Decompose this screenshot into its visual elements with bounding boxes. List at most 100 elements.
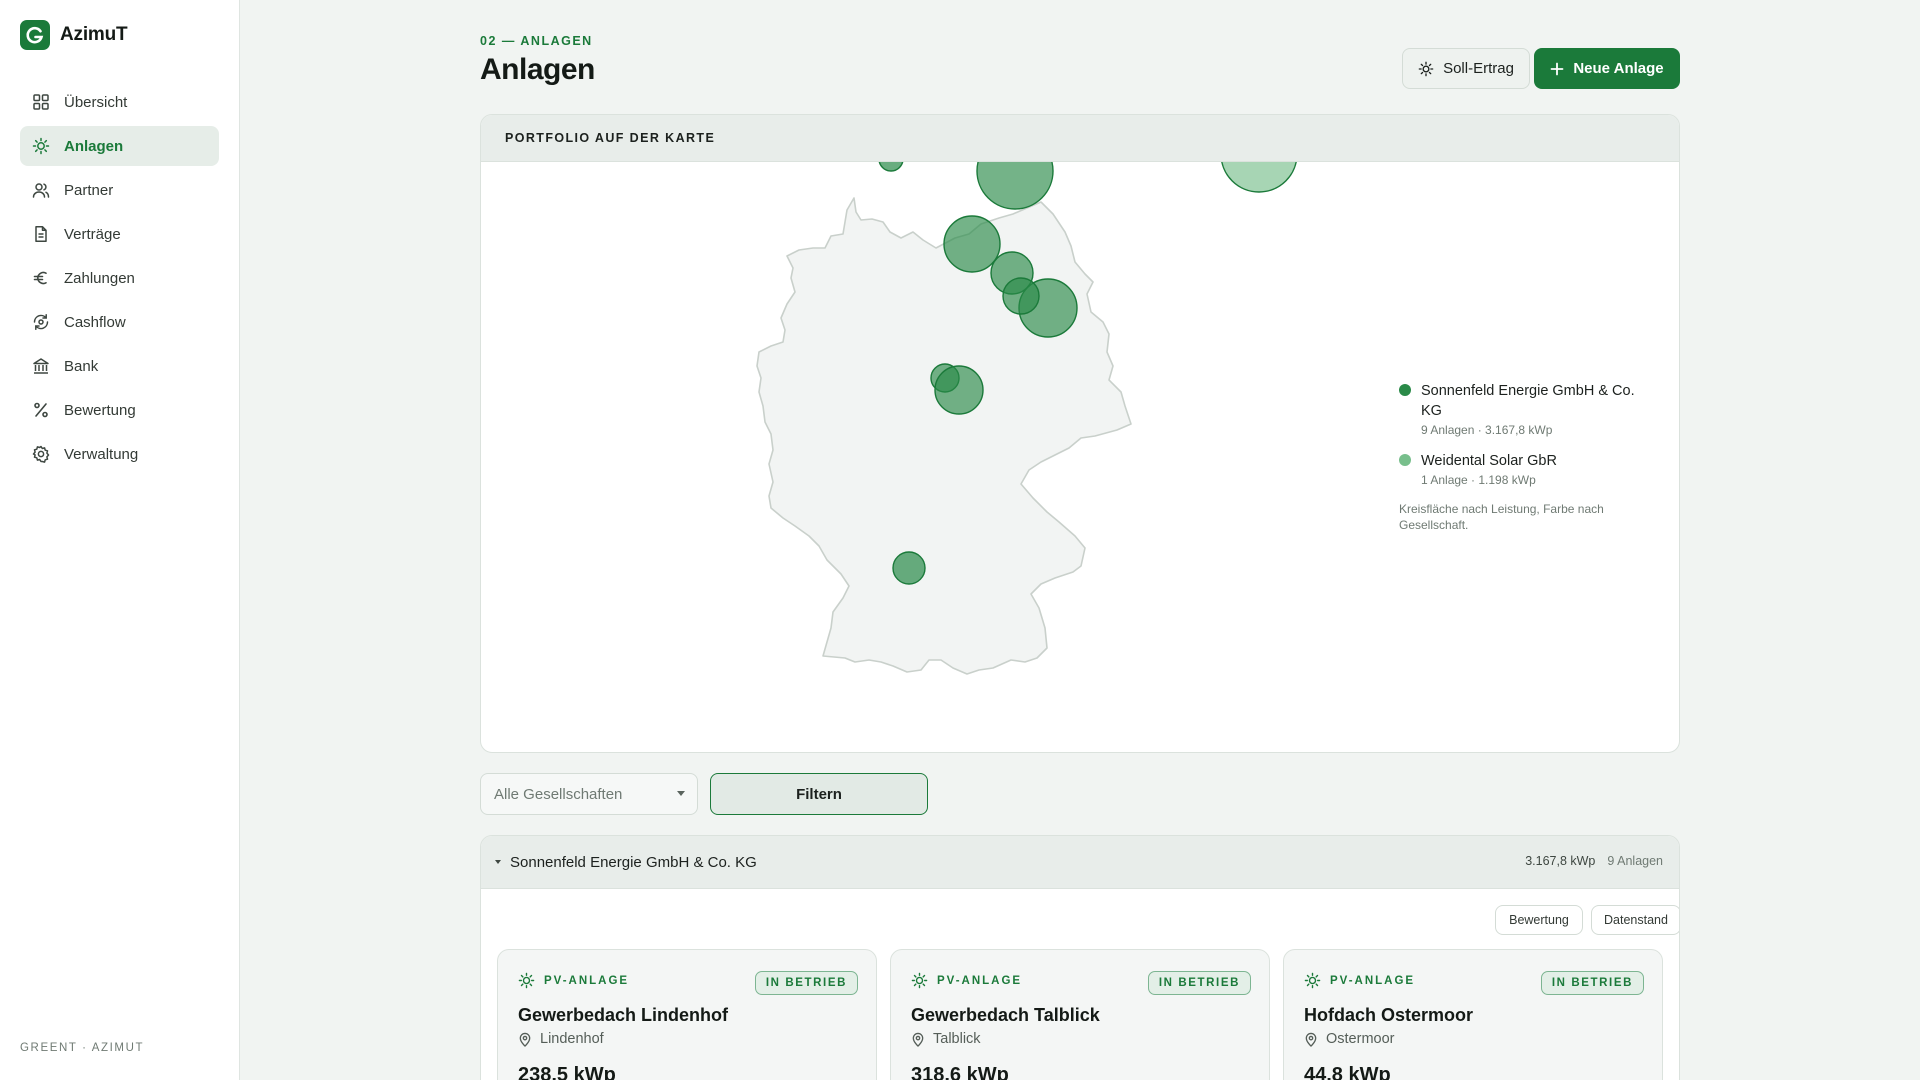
company-group-header[interactable]: Sonnenfeld Energie GmbH & Co. KG 3.167,8…	[481, 836, 1679, 889]
anlage-card[interactable]: PV-ANLAGE IN BETRIEB Hofdach Ostermoor O…	[1283, 949, 1663, 1080]
gesellschaft-select-value: Alle Gesellschaften	[494, 785, 623, 803]
card-kwp: 44,8 kWp	[1304, 1064, 1391, 1080]
legend-item: Sonnenfeld Energie GmbH & Co. KG 9 Anlag…	[1399, 381, 1649, 437]
app-name: AzimuT	[60, 24, 128, 45]
sidebar-item-label: Verträge	[64, 225, 121, 243]
card-type: PV-ANLAGE	[1304, 972, 1415, 989]
card-type-label: PV-ANLAGE	[1330, 974, 1416, 987]
portfolio-map-card: PORTFOLIO AUF DER KARTE Sonnenfeld Energ…	[480, 114, 1680, 753]
sidebar-item-cashflow[interactable]: Cashflow	[20, 302, 219, 342]
bank-icon	[33, 358, 49, 374]
gear-icon	[32, 445, 50, 463]
sun-icon	[1304, 972, 1321, 989]
sidebar-item-vertraege[interactable]: Verträge	[20, 214, 219, 254]
company-count: 9 Anlagen	[1607, 854, 1663, 868]
legend-meta: 9 Anlagen · 3.167,8 kWp	[1421, 423, 1553, 437]
cashflow-icon	[33, 314, 49, 330]
sidebar-item-bewertung[interactable]: Bewertung	[20, 390, 219, 430]
card-type: PV-ANLAGE	[518, 972, 629, 989]
anlage-card[interactable]: PV-ANLAGE IN BETRIEB Gewerbedach Lindenh…	[497, 949, 877, 1080]
germany-outline	[756, 197, 1132, 675]
legend-name: Sonnenfeld Energie GmbH & Co. KG	[1421, 383, 1635, 419]
legend-meta: 1 Anlage · 1.198 kWp	[1421, 473, 1536, 487]
company-name: Sonnenfeld Energie GmbH & Co. KG	[510, 853, 757, 871]
card-location: Talblick	[911, 1031, 981, 1047]
gesellschaft-select[interactable]: Alle Gesellschaften	[480, 773, 698, 815]
grid-icon	[33, 94, 49, 110]
page-title: Anlagen	[480, 53, 595, 86]
sidebar-item-bank[interactable]: Bank	[20, 346, 219, 386]
neue-anlage-label: Neue Anlage	[1573, 60, 1664, 77]
anlage-bubble[interactable]	[878, 162, 904, 172]
sidebar-item-label: Übersicht	[64, 93, 128, 111]
anlage-bubble[interactable]	[1002, 277, 1040, 315]
map-pin-icon	[1305, 1032, 1317, 1047]
legend-dot	[1399, 384, 1411, 396]
percent-icon	[34, 402, 48, 418]
sidebar-item-partner[interactable]: Partner	[20, 170, 219, 210]
card-location: Lindenhof	[518, 1031, 604, 1047]
sidebar-item-label: Bank	[64, 357, 99, 375]
map-legend: Sonnenfeld Energie GmbH & Co. KG 9 Anlag…	[1399, 381, 1649, 533]
sidebar-item-label: Anlagen	[64, 137, 124, 155]
card-type-label: PV-ANLAGE	[544, 974, 630, 987]
chevron-down-icon	[677, 791, 685, 796]
sun-icon	[518, 972, 535, 989]
sidebar: AzimuT Übersicht Anlagen Partner Verträg…	[0, 0, 240, 1080]
sidebar-item-label: Verwaltung	[64, 445, 139, 463]
sidebar-item-anlagen[interactable]: Anlagen	[20, 126, 219, 166]
company-group: Sonnenfeld Energie GmbH & Co. KG 3.167,8…	[480, 835, 1680, 1080]
card-location-label: Talblick	[933, 1031, 981, 1047]
anlage-bubble[interactable]	[1221, 162, 1297, 193]
card-title: Hofdach Ostermoor	[1304, 1005, 1474, 1025]
sidebar-item-uebersicht[interactable]: Übersicht	[20, 82, 219, 122]
card-location: Ostermoor	[1304, 1031, 1395, 1047]
sidebar-item-label: Partner	[64, 181, 114, 199]
card-location-label: Ostermoor	[1326, 1031, 1395, 1047]
card-kwp: 318,6 kWp	[911, 1064, 1009, 1080]
anlage-bubble[interactable]	[892, 551, 926, 585]
legend-item: Weidental Solar GbR 1 Anlage · 1.198 kWp	[1399, 451, 1649, 487]
plus-icon	[1550, 62, 1564, 75]
bewertung-chip[interactable]: Bewertung	[1495, 905, 1583, 935]
sidebar-item-verwaltung[interactable]: Verwaltung	[20, 434, 219, 474]
status-badge: IN BETRIEB	[1540, 971, 1644, 995]
page-eyebrow: 02 — ANLAGEN	[480, 34, 593, 48]
sidebar-item-label: Cashflow	[64, 313, 126, 331]
sidebar-item-label: Bewertung	[64, 401, 136, 419]
filter-button[interactable]: Filtern	[710, 773, 928, 815]
card-type: PV-ANLAGE	[911, 972, 1022, 989]
card-kwp: 238,5 kWp	[518, 1064, 616, 1080]
legend-dot	[1399, 454, 1411, 466]
users-icon	[32, 183, 50, 198]
status-badge: IN BETRIEB	[754, 971, 858, 995]
euro-icon	[33, 271, 47, 285]
map-pin-icon	[519, 1032, 531, 1047]
company-kwp: 3.167,8 kWp	[1525, 854, 1596, 868]
soll-ertrag-button[interactable]: Soll-Ertrag	[1402, 48, 1530, 89]
sidebar-footer: GREENT · AZIMUT	[20, 1042, 145, 1054]
logo-icon	[20, 20, 50, 50]
legend-name: Weidental Solar GbR	[1421, 453, 1557, 469]
status-badge: IN BETRIEB	[1147, 971, 1251, 995]
brand[interactable]: AzimuT	[20, 20, 128, 50]
datenstand-chip[interactable]: Datenstand	[1591, 905, 1679, 935]
map-card-title: PORTFOLIO AUF DER KARTE	[481, 115, 1679, 162]
document-icon	[35, 226, 47, 242]
chevron-down-icon	[495, 860, 501, 864]
card-location-label: Lindenhof	[540, 1031, 604, 1047]
anlage-bubble[interactable]	[934, 365, 984, 415]
sidebar-item-label: Zahlungen	[64, 269, 135, 287]
sidebar-item-zahlungen[interactable]: Zahlungen	[20, 258, 219, 298]
sun-icon	[1418, 61, 1434, 76]
card-type-label: PV-ANLAGE	[937, 974, 1023, 987]
anlage-bubble[interactable]	[943, 215, 1001, 273]
neue-anlage-button[interactable]: Neue Anlage	[1534, 48, 1680, 89]
main-content: 02 — ANLAGEN Anlagen Soll-Ertrag Neue An…	[240, 0, 1920, 1080]
card-title: Gewerbedach Lindenhof	[518, 1005, 729, 1025]
soll-ertrag-label: Soll-Ertrag	[1443, 60, 1514, 77]
sun-icon	[32, 137, 50, 155]
map-pin-icon	[912, 1032, 924, 1047]
sun-icon	[911, 972, 928, 989]
anlage-card[interactable]: PV-ANLAGE IN BETRIEB Gewerbedach Talblic…	[890, 949, 1270, 1080]
